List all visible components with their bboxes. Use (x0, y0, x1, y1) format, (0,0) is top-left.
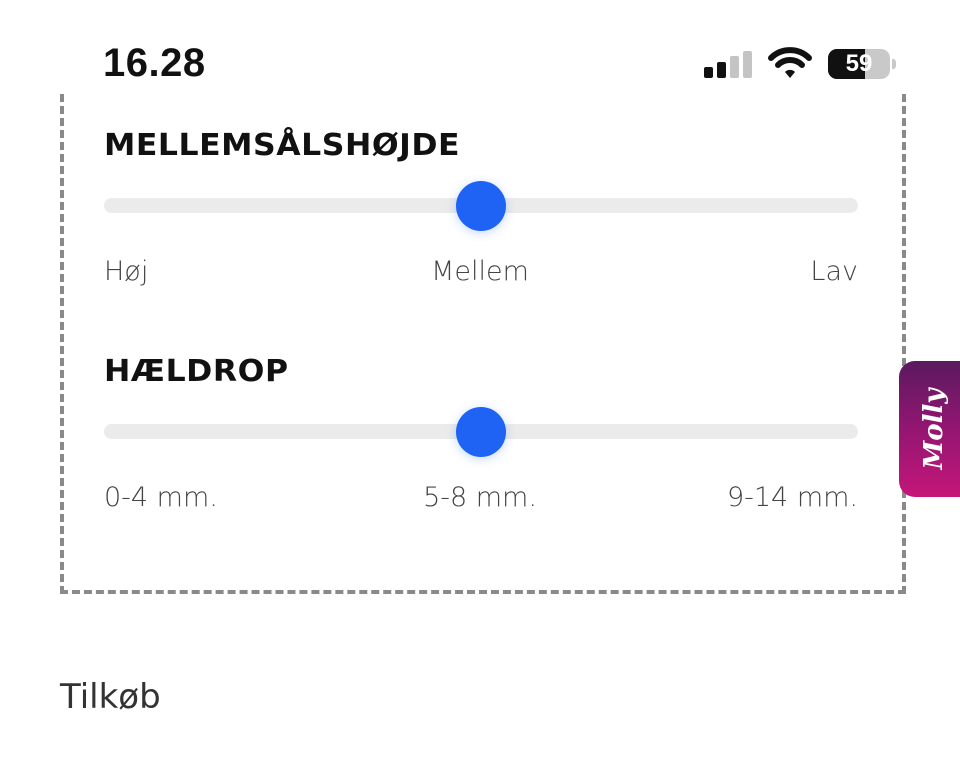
heel-drop-label-high: 9-14 mm. (726, 482, 858, 513)
molly-chat-tab[interactable]: Molly (899, 361, 960, 497)
molly-label: Molly (919, 388, 949, 470)
battery-percent: 59 (845, 50, 873, 77)
battery-cap (892, 59, 896, 69)
midsole-label-high: Høj (104, 256, 149, 287)
battery-body: 59 (828, 49, 890, 79)
heel-drop-label-low: 0-4 mm. (104, 482, 218, 513)
midsole-height-slider[interactable] (104, 181, 858, 231)
cellular-signal-icon (704, 51, 752, 78)
heel-drop-slider[interactable] (104, 407, 858, 457)
midsole-label-medium: Mellem (431, 256, 529, 287)
midsole-label-low: Lav (810, 256, 858, 287)
battery-icon: 59 (828, 49, 896, 79)
heel-drop-title: HÆLDROP (104, 354, 289, 389)
filter-panel (60, 94, 906, 594)
heel-drop-label-mid: 5-8 mm. (423, 482, 537, 513)
wifi-icon (768, 47, 812, 78)
midsole-height-title: MELLEMSÅLSHØJDE (104, 128, 461, 163)
status-time: 16.28 (103, 41, 206, 85)
slider-thumb[interactable] (456, 181, 506, 231)
slider-thumb[interactable] (456, 407, 506, 457)
addons-title: Tilkøb (60, 677, 161, 717)
